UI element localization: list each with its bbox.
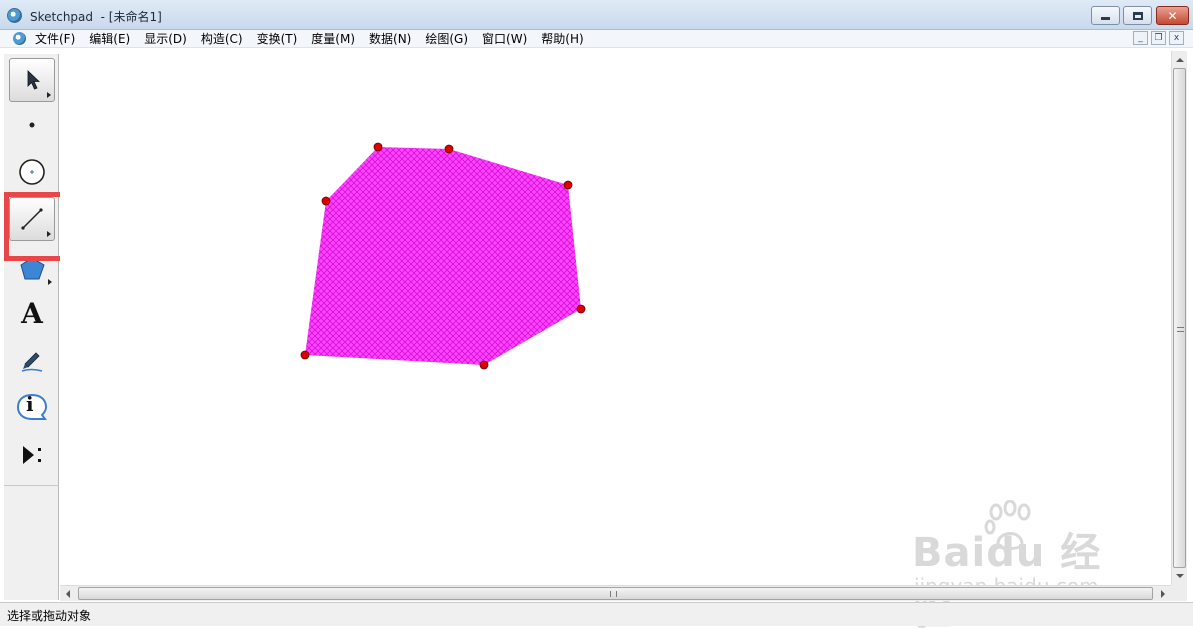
menu-help[interactable]: 帮助(H) — [541, 31, 583, 47]
menu-transform[interactable]: 变换(T) — [257, 31, 298, 47]
menu-file[interactable]: 文件(F) — [35, 31, 75, 47]
doc-close-button[interactable]: x — [1169, 31, 1184, 45]
play-custom-icon — [23, 446, 41, 464]
title-bar: Sketchpad - [未命名1] ✕ — [0, 0, 1193, 30]
information-tool[interactable]: i — [9, 385, 55, 429]
menu-edit[interactable]: 编辑(E) — [89, 31, 130, 47]
window-title: Sketchpad - [未命名1] — [30, 10, 162, 24]
scroll-down-icon[interactable] — [1176, 574, 1184, 578]
grip-icon — [1177, 327, 1184, 332]
menu-items: 文件(F) 编辑(E) 显示(D) 构造(C) 变换(T) 度量(M) 数据(N… — [35, 31, 598, 47]
submenu-arrow-icon — [48, 279, 52, 285]
doc-restore-button[interactable]: ❐ — [1151, 31, 1166, 45]
document-icon[interactable] — [13, 32, 26, 45]
compass-tool[interactable] — [9, 150, 55, 194]
toolbox-separator — [4, 485, 59, 486]
arrow-select-tool[interactable] — [9, 58, 55, 102]
maximize-button[interactable] — [1123, 6, 1152, 25]
horizontal-scrollbar[interactable] — [60, 585, 1171, 601]
menu-display[interactable]: 显示(D) — [144, 31, 187, 47]
menu-measure[interactable]: 度量(M) — [311, 31, 355, 47]
status-bar: 选择或拖动对象 — [0, 602, 1193, 626]
vertex-point[interactable] — [373, 142, 383, 152]
vertex-point[interactable] — [300, 350, 310, 360]
scrollbar-corner — [1171, 585, 1187, 601]
vertex-point[interactable] — [444, 144, 454, 154]
close-button[interactable]: ✕ — [1156, 6, 1189, 25]
point-icon — [29, 122, 35, 128]
text-a-icon: A — [21, 297, 43, 330]
vertex-point[interactable] — [563, 180, 573, 190]
vertical-scroll-thumb[interactable] — [1173, 68, 1186, 568]
vertical-scrollbar[interactable] — [1171, 51, 1187, 585]
menu-bar: 文件(F) 编辑(E) 显示(D) 构造(C) 变换(T) 度量(M) 数据(N… — [0, 30, 1193, 48]
menu-construct[interactable]: 构造(C) — [201, 31, 243, 47]
vertex-point[interactable] — [479, 360, 489, 370]
menu-graph[interactable]: 绘图(G) — [425, 31, 468, 47]
polygon-interior[interactable] — [305, 147, 581, 365]
marker-tool[interactable] — [9, 338, 55, 382]
status-text: 选择或拖动对象 — [7, 609, 92, 623]
close-icon: ✕ — [1167, 8, 1178, 23]
minimize-icon — [1101, 17, 1110, 20]
minimize-button[interactable] — [1091, 6, 1120, 25]
arrow-pointer-icon — [27, 70, 40, 90]
toolbox: A i — [4, 54, 59, 600]
grip-icon — [610, 591, 617, 597]
vertex-point[interactable] — [321, 196, 331, 206]
circle-compass-icon — [19, 159, 45, 185]
menu-window[interactable]: 窗口(W) — [482, 31, 527, 47]
scroll-up-icon[interactable] — [1176, 58, 1184, 62]
scroll-left-icon[interactable] — [66, 590, 70, 598]
point-tool[interactable] — [9, 103, 55, 147]
scroll-right-icon[interactable] — [1161, 590, 1165, 598]
sketchpad-app-icon[interactable] — [7, 8, 22, 23]
custom-tools[interactable] — [9, 433, 55, 477]
submenu-arrow-icon — [47, 92, 51, 98]
marker-pen-icon — [21, 352, 43, 372]
doc-minimize-button[interactable]: _ — [1133, 31, 1148, 45]
menu-data[interactable]: 数据(N) — [369, 31, 411, 47]
info-glyph: i — [26, 392, 34, 416]
maximize-icon — [1132, 11, 1143, 20]
horizontal-scroll-thumb[interactable] — [78, 587, 1153, 600]
text-tool[interactable]: A — [9, 292, 55, 336]
vertex-point[interactable] — [576, 304, 586, 314]
